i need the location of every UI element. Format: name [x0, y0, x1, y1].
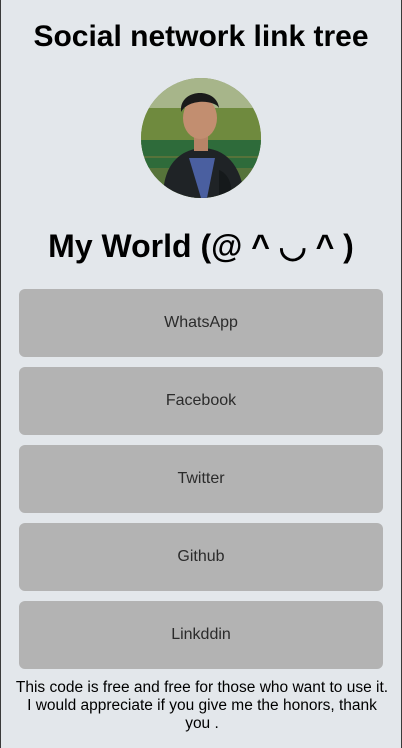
whatsapp-link-button[interactable]: WhatsApp	[19, 289, 383, 357]
linkedin-link-button[interactable]: Linkddin	[19, 601, 383, 669]
facebook-link-button[interactable]: Facebook	[19, 367, 383, 435]
github-link-button[interactable]: Github	[19, 523, 383, 591]
avatar	[141, 78, 261, 198]
twitter-link-button[interactable]: Twitter	[19, 445, 383, 513]
profile-name: My World (@ ^ ◡ ^ )	[48, 228, 354, 264]
footer-note: This code is free and free for those who…	[15, 679, 389, 732]
profile-photo-icon	[141, 78, 261, 198]
page-title: Social network link tree	[33, 20, 369, 53]
link-list: WhatsApp Facebook Twitter Github Linkddi…	[19, 289, 383, 679]
page-container: Social network link tree My World (@ ^ ◡…	[0, 0, 402, 748]
